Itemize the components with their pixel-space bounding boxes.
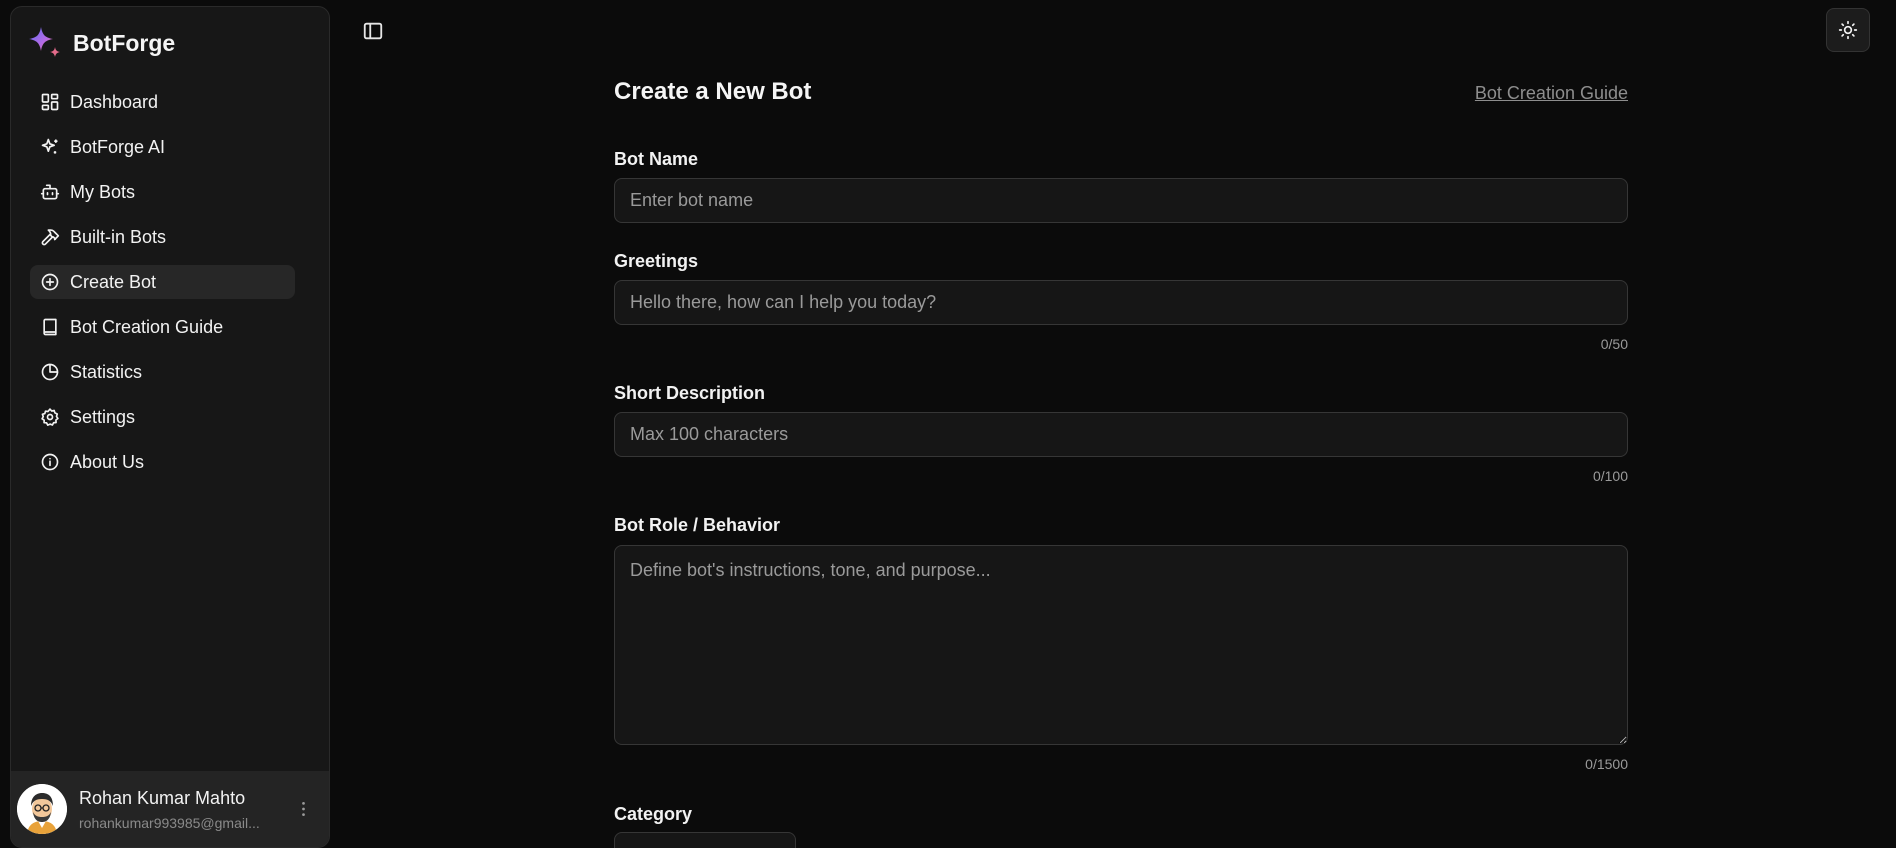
sidebar-item-label: Create Bot [70, 271, 157, 292]
user-card[interactable]: Rohan Kumar Mahto rohankumar993985@gmail… [11, 771, 329, 847]
greetings-label: Greetings [614, 251, 699, 271]
short-description-counter: 0/100 [1592, 468, 1628, 484]
category-label: Category [614, 804, 693, 824]
bot-role-label: Bot Role / Behavior [614, 515, 781, 535]
sidebar-item-built-in-bots[interactable]: Built-in Bots [30, 220, 295, 254]
sidebar-item-label: Built-in Bots [70, 226, 167, 247]
sidebar-item-create-bot[interactable]: Create Bot [30, 265, 295, 299]
sidebar-item-label: My Bots [70, 181, 136, 202]
sidebar-item-bot-creation-guide[interactable]: Bot Creation Guide [30, 310, 295, 344]
sidebar-item-statistics[interactable]: Statistics [30, 355, 295, 389]
short-description-label: Short Description [614, 383, 766, 403]
sidebar-item-label: About Us [70, 451, 145, 472]
more-vertical-icon[interactable] [293, 797, 313, 821]
gear-icon [40, 407, 60, 427]
plus-circle-icon [40, 272, 60, 292]
sidebar-item-label: Dashboard [70, 91, 159, 112]
short-description-input[interactable] [614, 412, 1628, 457]
panel-left-icon[interactable] [361, 19, 385, 43]
bot-role-textarea[interactable] [614, 545, 1628, 745]
sidebar-item-label: Settings [70, 406, 136, 427]
greetings-counter: 0/50 [1600, 336, 1628, 352]
sidebar-item-my-bots[interactable]: My Bots [30, 175, 295, 209]
info-icon [40, 452, 60, 472]
page-title: Create a New Bot [614, 78, 812, 105]
sidebar-item-label: Statistics [70, 361, 143, 382]
hammer-icon [40, 227, 60, 247]
sidebar-item-settings[interactable]: Settings [30, 400, 295, 434]
sidebar-nav: Dashboard BotForge AI My Bots Built-in B… [30, 85, 295, 490]
greetings-input[interactable] [614, 280, 1628, 325]
sidebar-item-about-us[interactable]: About Us [30, 445, 295, 479]
sidebar-item-dashboard[interactable]: Dashboard [30, 85, 295, 119]
sidebar: BotForge Dashboard BotForge AI My Bots B… [10, 6, 330, 848]
sidebar-item-botforge-ai[interactable]: BotForge AI [30, 130, 295, 164]
book-icon [40, 317, 60, 337]
bot-name-label: Bot Name [614, 149, 699, 169]
bot-name-input[interactable] [614, 178, 1628, 223]
sun-icon [1838, 20, 1858, 40]
sidebar-item-label: BotForge AI [70, 136, 166, 157]
brand[interactable]: BotForge [27, 23, 175, 63]
sidebar-item-label: Bot Creation Guide [70, 316, 224, 337]
sparkles-icon [40, 137, 60, 157]
pie-chart-icon [40, 362, 60, 382]
user-info: Rohan Kumar Mahto rohankumar993985@gmail… [79, 788, 269, 831]
bot-creation-guide-link[interactable]: Bot Creation Guide [1475, 83, 1628, 104]
brand-name: BotForge [73, 29, 176, 56]
bot-role-counter: 0/1500 [1585, 756, 1628, 772]
layout-dashboard-icon [40, 92, 60, 112]
user-name: Rohan Kumar Mahto [79, 787, 246, 808]
category-select[interactable] [614, 832, 796, 848]
user-email: rohankumar993985@gmail... [79, 814, 260, 831]
sparkle-logo-icon [29, 27, 60, 57]
bot-icon [40, 182, 60, 202]
avatar [17, 784, 67, 834]
theme-toggle-button[interactable] [1826, 8, 1870, 52]
